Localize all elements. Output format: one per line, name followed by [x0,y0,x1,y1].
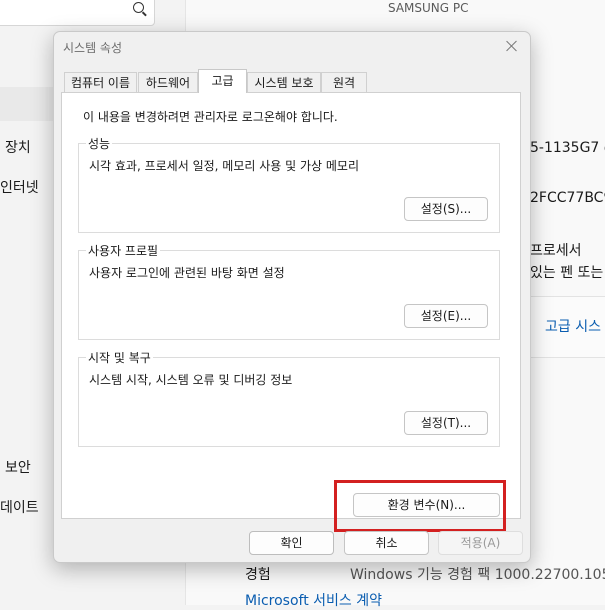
processor-spec: 5-1135G7 @ [530,140,605,156]
performance-title: 성능 [86,135,113,152]
device-name: SAMSUNG PC [388,1,469,15]
device-id: 2FCC77BC9 [530,190,605,206]
tab-computer-name[interactable]: 컴퓨터 이름 [64,72,137,92]
performance-group: 성능 시각 효과, 프로세서 일정, 메모리 사용 및 가상 메모리 설정(S)… [78,135,500,233]
admin-notice: 이 내용을 변경하려면 관리자로 로그온해야 합니다. [83,110,338,124]
experience-label: 경험 [245,567,271,583]
cancel-button[interactable]: 취소 [344,531,429,555]
spec-card [527,400,605,520]
sidebar-item-devices[interactable]: 장치 [5,137,31,157]
environment-variables-highlight [334,480,506,532]
startup-recovery-group: 시작 및 복구 시스템 시작, 시스템 오류 및 디버깅 정보 설정(T)... [78,349,500,447]
tab-hardware[interactable]: 하드웨어 [138,72,198,92]
experience-value: Windows 기능 경험 팩 1000.22700.1055 [350,567,605,583]
ok-button[interactable]: 확인 [249,531,334,555]
search-icon [133,2,144,13]
sidebar-item-security[interactable]: 보안 [5,457,31,477]
performance-settings-button[interactable]: 설정(S)... [404,197,488,221]
tab-panel-advanced: 이 내용을 변경하려면 관리자로 로그온해야 합니다. 성능 시각 효과, 프로… [61,92,521,532]
user-profiles-settings-button[interactable]: 설정(E)... [404,304,488,328]
user-profiles-description: 사용자 로그인에 관련된 바탕 화면 설정 [89,266,285,280]
system-properties-dialog: 시스템 속성 컴퓨터 이름 하드웨어 고급 시스템 보호 원격 이 내용을 변경… [53,31,531,563]
close-icon[interactable] [504,38,520,54]
startup-recovery-description: 시스템 시작, 시스템 오류 및 디버깅 정보 [89,373,293,387]
microsoft-service-link[interactable]: Microsoft 서비스 계약 [245,590,382,610]
system-type: 프로세서 [530,243,582,259]
apply-button[interactable]: 적용(A) [438,531,523,555]
startup-recovery-title: 시작 및 복구 [86,349,153,366]
sidebar-item-update[interactable]: 데이트 [0,497,39,517]
user-profiles-title: 사용자 프로필 [86,242,161,259]
search-input[interactable] [0,0,155,26]
user-profiles-group: 사용자 프로필 사용자 로그인에 관련된 바탕 화면 설정 설정(E)... [78,242,500,340]
startup-recovery-settings-button[interactable]: 설정(T)... [404,411,488,435]
pen-touch: 있는 펜 또는 [530,265,604,281]
tab-remote[interactable]: 원격 [321,72,367,92]
tab-system-protection[interactable]: 시스템 보호 [247,72,321,92]
performance-description: 시각 효과, 프로세서 일정, 메모리 사용 및 가상 메모리 [89,159,359,173]
sidebar-item-network[interactable]: 인터넷 [0,177,39,197]
tab-advanced[interactable]: 고급 [198,69,247,93]
dialog-title: 시스템 속성 [63,41,123,55]
advanced-system-link[interactable]: 고급 시스 [545,316,601,336]
